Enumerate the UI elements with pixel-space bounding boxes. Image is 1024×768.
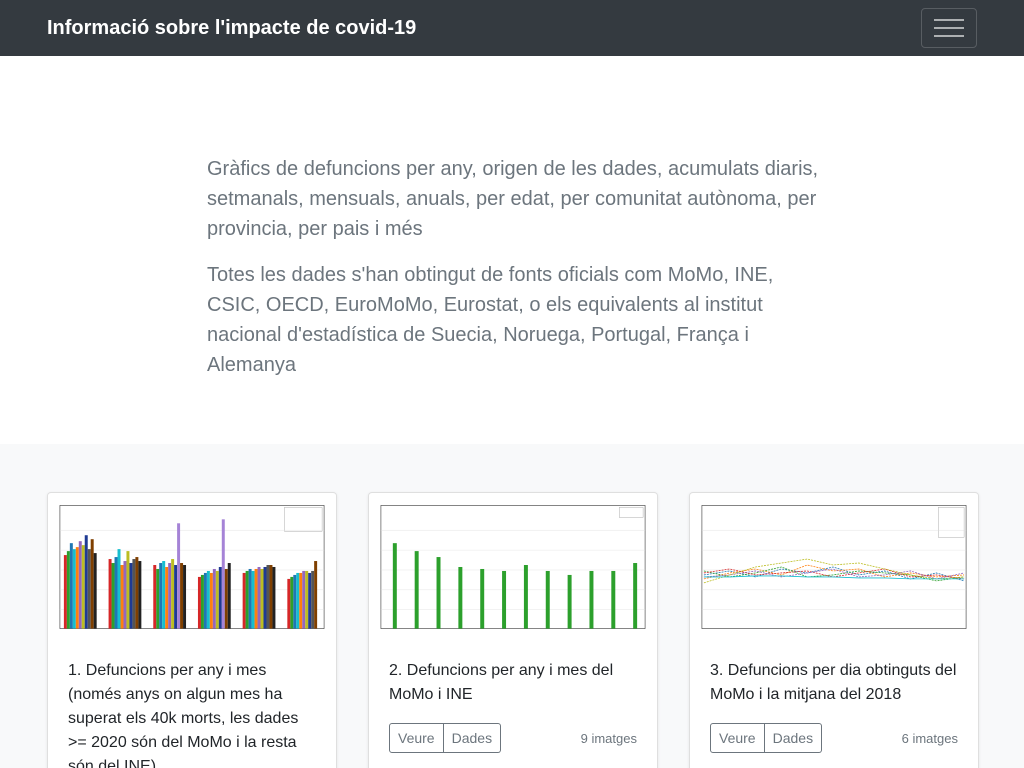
intro-paragraph-1: Gràfics de defuncions per any, origen de… <box>207 158 819 240</box>
view-button[interactable]: Veure <box>389 723 444 753</box>
card-title: 3. Defuncions per dia obtinguts del MoMo… <box>710 662 957 703</box>
bar <box>414 551 419 629</box>
hamburger-icon-line <box>934 19 964 21</box>
navbar-brand[interactable]: Informació sobre l'impacte de covid-19 <box>47 17 416 40</box>
card-title: 1. Defuncions per any i mes (només anys … <box>68 662 299 768</box>
chart-card: 1. Defuncions per any i mes (només anys … <box>47 492 337 768</box>
bar <box>392 543 397 629</box>
card-title: 2. Defuncions per any i mes del MoMo i I… <box>389 662 614 703</box>
cards-section: 1. Defuncions per any i mes (només anys … <box>0 444 1024 768</box>
bar <box>480 568 485 629</box>
bar-group-5 <box>242 565 276 629</box>
image-count: 9 imatges <box>580 730 637 746</box>
chart-thumbnail-daily-lines[interactable] <box>690 493 978 639</box>
chart-card: 3. Defuncions per dia obtinguts del MoMo… <box>689 492 979 768</box>
hamburger-icon-line <box>934 27 964 29</box>
intro-paragraph-2: Totes les dades s'han obtingut de fonts … <box>207 264 774 376</box>
chart-card: 2. Defuncions per any i mes del MoMo i I… <box>368 492 658 768</box>
bar <box>611 570 616 629</box>
view-button[interactable]: Veure <box>710 723 765 753</box>
navbar-toggler-button[interactable] <box>921 8 977 48</box>
bar <box>523 565 528 629</box>
image-count: 6 imatges <box>901 730 958 746</box>
chart-thumbnail-green-bars[interactable] <box>369 493 657 639</box>
data-button[interactable]: Dades <box>443 723 502 753</box>
bar <box>502 570 507 629</box>
bar <box>589 570 594 629</box>
bar <box>545 570 550 629</box>
bar <box>458 566 463 629</box>
data-button[interactable]: Dades <box>764 723 823 753</box>
bar <box>436 557 441 629</box>
card-button-group: Veure Dades <box>710 723 823 753</box>
bar <box>633 563 638 629</box>
bar <box>567 574 572 629</box>
top-navbar: Informació sobre l'impacte de covid-19 <box>0 0 1024 56</box>
hamburger-icon-line <box>934 35 964 37</box>
chart-thumbnail-bars-by-year[interactable] <box>48 493 336 639</box>
intro-section: Gràfics de defuncions per any, origen de… <box>0 56 1024 444</box>
card-button-group: Veure Dades <box>389 723 502 753</box>
